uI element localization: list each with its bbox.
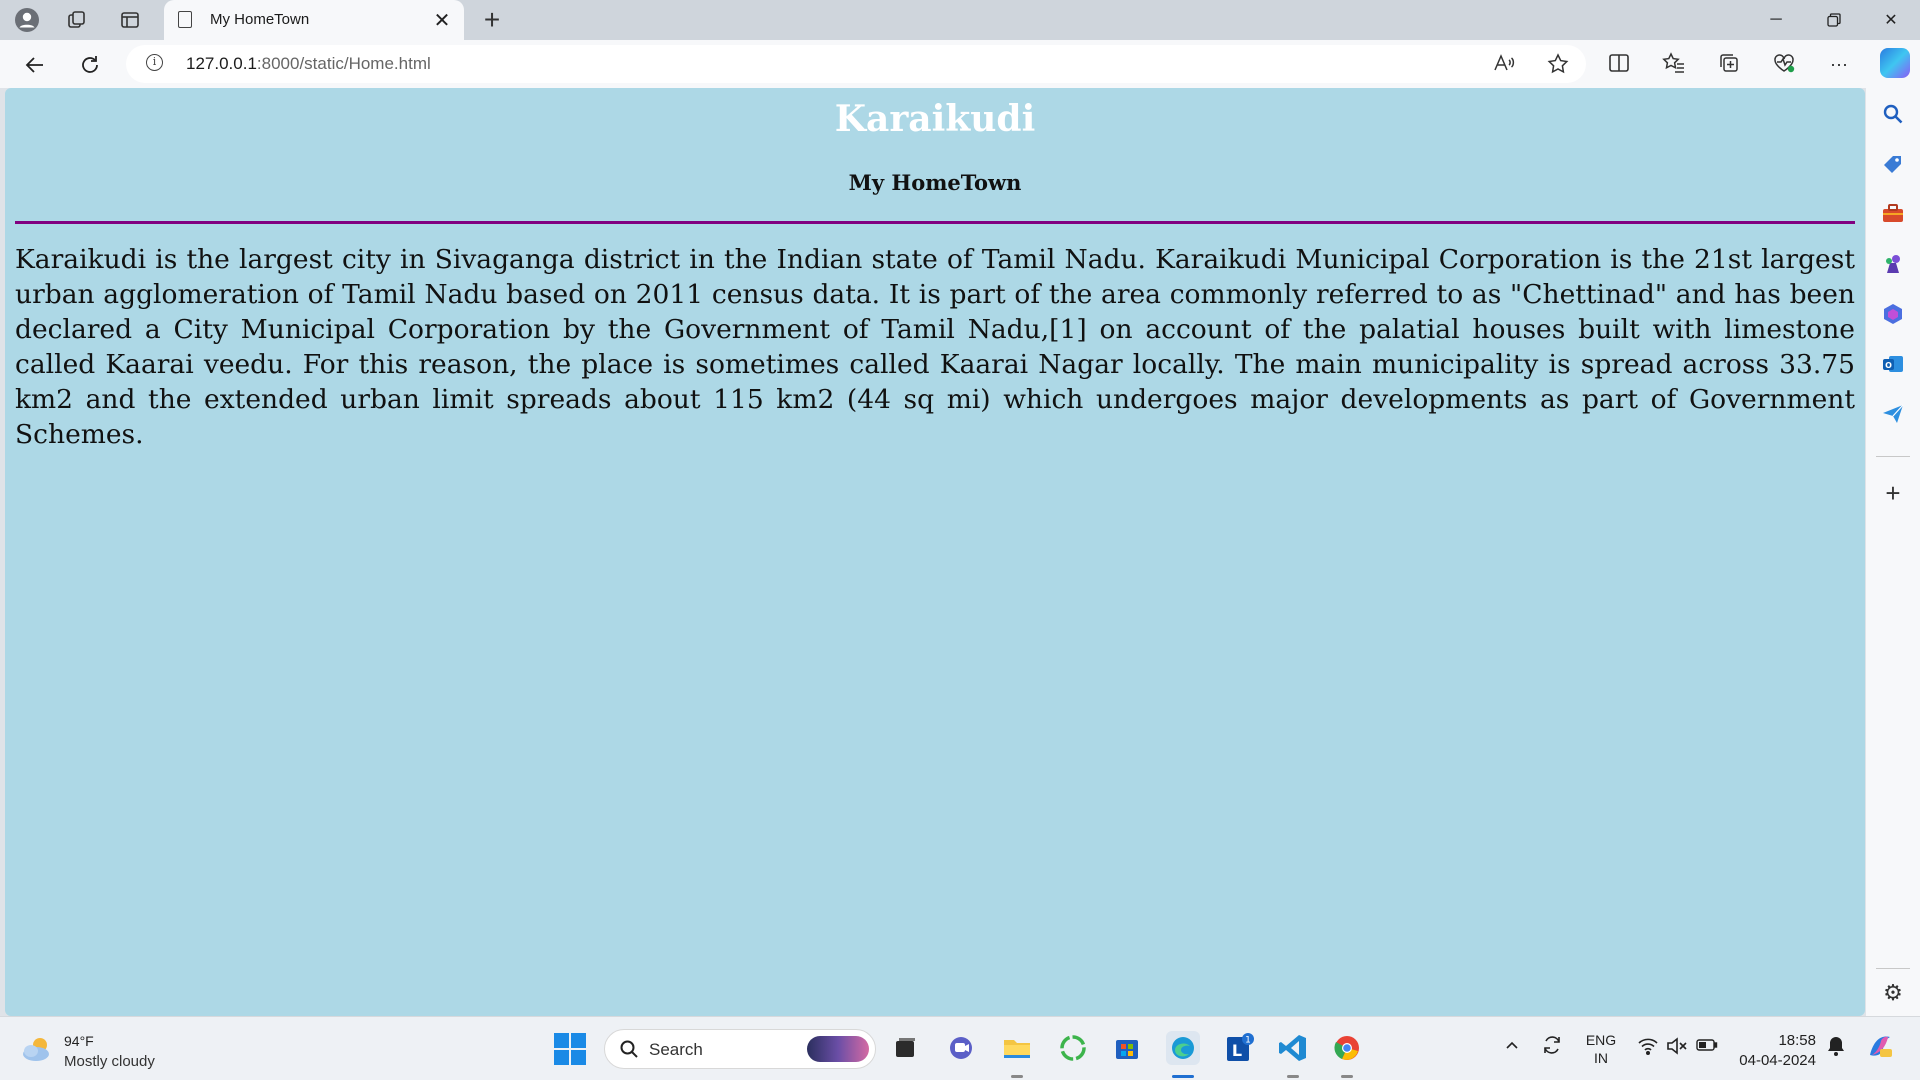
partly-cloudy-icon <box>23 1038 49 1061</box>
search-icon[interactable] <box>1881 102 1905 126</box>
language-code: ENG <box>1585 1032 1617 1048</box>
sidebar-settings-gear-icon[interactable]: ⚙ <box>1881 980 1905 1006</box>
search-highlight-image <box>807 1036 869 1062</box>
minimize-button[interactable]: ─ <box>1753 6 1799 34</box>
start-button[interactable] <box>554 1033 586 1065</box>
sync-icon[interactable] <box>1540 1033 1564 1061</box>
svg-text:L: L <box>1232 1041 1242 1060</box>
shopping-tag-icon[interactable] <box>1881 152 1905 176</box>
page-heading: Karaikudi <box>834 98 1036 140</box>
active-app-indicator <box>1172 1075 1194 1078</box>
language-indicator[interactable]: ENG IN <box>1584 1031 1618 1067</box>
windows-logo-pane <box>554 1050 569 1065</box>
recycle-app-icon[interactable] <box>1056 1031 1090 1065</box>
read-aloud-icon[interactable] <box>1492 53 1516 75</box>
sidebar-divider <box>1876 968 1910 969</box>
outlook-icon[interactable]: O <box>1881 352 1905 376</box>
windows-logo-pane <box>571 1050 586 1065</box>
drop-send-icon[interactable] <box>1881 402 1905 426</box>
copilot-icon[interactable] <box>1880 48 1910 78</box>
search-icon <box>619 1039 639 1065</box>
edge-browser-icon[interactable] <box>1166 1031 1200 1065</box>
notifications-bell-icon[interactable] <box>1826 1035 1846 1061</box>
url-host: 127.0.0.1 <box>186 54 257 73</box>
profile-icon[interactable] <box>13 6 41 34</box>
tools-briefcase-icon[interactable] <box>1881 202 1905 226</box>
l-app-icon[interactable]: L1 <box>1222 1031 1256 1065</box>
split-screen-icon[interactable] <box>1606 52 1632 78</box>
address-bar[interactable]: i 127.0.0.1:8000/static/Home.html <box>126 45 1586 83</box>
file-explorer-icon[interactable] <box>1000 1031 1034 1065</box>
refresh-button[interactable] <box>75 50 105 80</box>
edge-sidebar: O + ⚙ <box>1866 88 1920 1016</box>
page-icon <box>178 11 192 28</box>
vscode-icon[interactable] <box>1276 1031 1310 1065</box>
page-viewport: Karaikudi My HomeTown Karaikudi is the l… <box>5 88 1865 1016</box>
copilot-preview-icon[interactable] <box>1864 1031 1894 1065</box>
favorite-star-icon[interactable] <box>1546 53 1570 75</box>
running-indicator <box>1341 1075 1353 1078</box>
microsoft-365-icon[interactable] <box>1881 302 1905 326</box>
windows-logo-pane <box>571 1033 586 1048</box>
running-indicator <box>1011 1075 1023 1078</box>
workspaces-icon[interactable] <box>63 6 91 34</box>
url-path: :8000/static/Home.html <box>256 54 431 73</box>
search-label: Search <box>649 1040 703 1059</box>
horizontal-rule <box>15 221 1855 224</box>
favorites-icon[interactable] <box>1661 52 1687 78</box>
weather-condition: Mostly cloudy <box>64 1053 155 1070</box>
windows-taskbar: 94°F Mostly cloudy Search L1 ENG IN 18:5… <box>0 1016 1920 1080</box>
tab-title: My HomeTown <box>210 11 310 28</box>
sidebar-divider <box>1876 456 1910 457</box>
intro-paragraph: Karaikudi is the largest city in Sivagan… <box>15 244 1855 450</box>
notification-badge: 1 <box>1245 1036 1251 1046</box>
teams-chat-icon[interactable] <box>944 1031 978 1065</box>
wifi-icon[interactable] <box>1638 1037 1658 1059</box>
restore-button[interactable] <box>1811 6 1857 34</box>
svg-text:O: O <box>1885 361 1892 370</box>
battery-icon[interactable] <box>1696 1038 1718 1056</box>
page-subheading: My HomeTown <box>848 170 1022 195</box>
chrome-icon[interactable] <box>1330 1031 1364 1065</box>
weather-temperature: 94°F <box>64 1033 94 1049</box>
task-view-icon[interactable] <box>888 1031 922 1065</box>
weather-widget[interactable]: 94°F Mostly cloudy <box>20 1031 200 1071</box>
tab-close-icon[interactable]: ✕ <box>430 8 454 33</box>
site-info-icon[interactable]: i <box>146 54 163 71</box>
taskbar-search[interactable]: Search <box>604 1029 876 1069</box>
region-code: IN <box>1594 1050 1608 1066</box>
running-indicator <box>1287 1075 1299 1078</box>
collections-icon[interactable] <box>1716 52 1742 78</box>
windows-logo-icon <box>554 1033 569 1048</box>
system-clock[interactable]: 18:58 04-04-2024 <box>1732 1031 1816 1071</box>
browser-toolbar: i 127.0.0.1:8000/static/Home.html ⋯ <box>0 40 1920 88</box>
close-window-button[interactable]: ✕ <box>1868 6 1914 34</box>
clock-date: 04-04-2024 <box>1739 1052 1816 1069</box>
tab-strip: My HomeTown ✕ + ─ ✕ <box>0 0 1920 40</box>
vertical-tabs-icon[interactable] <box>116 6 144 34</box>
tab-my-hometown[interactable]: My HomeTown ✕ <box>164 0 464 40</box>
url-text[interactable]: 127.0.0.1:8000/static/Home.html <box>186 54 431 74</box>
more-options-icon[interactable]: ⋯ <box>1826 52 1852 78</box>
show-hidden-icons-chevron[interactable] <box>1504 1037 1520 1057</box>
games-icon[interactable] <box>1881 252 1905 276</box>
clock-time: 18:58 <box>1778 1032 1816 1049</box>
back-button[interactable] <box>20 50 50 80</box>
browser-essentials-icon[interactable] <box>1771 52 1797 78</box>
new-tab-button[interactable]: + <box>478 4 506 36</box>
microsoft-store-icon[interactable] <box>1110 1031 1144 1065</box>
add-sidebar-app-icon[interactable]: + <box>1881 478 1905 509</box>
volume-muted-icon[interactable] <box>1666 1037 1688 1059</box>
